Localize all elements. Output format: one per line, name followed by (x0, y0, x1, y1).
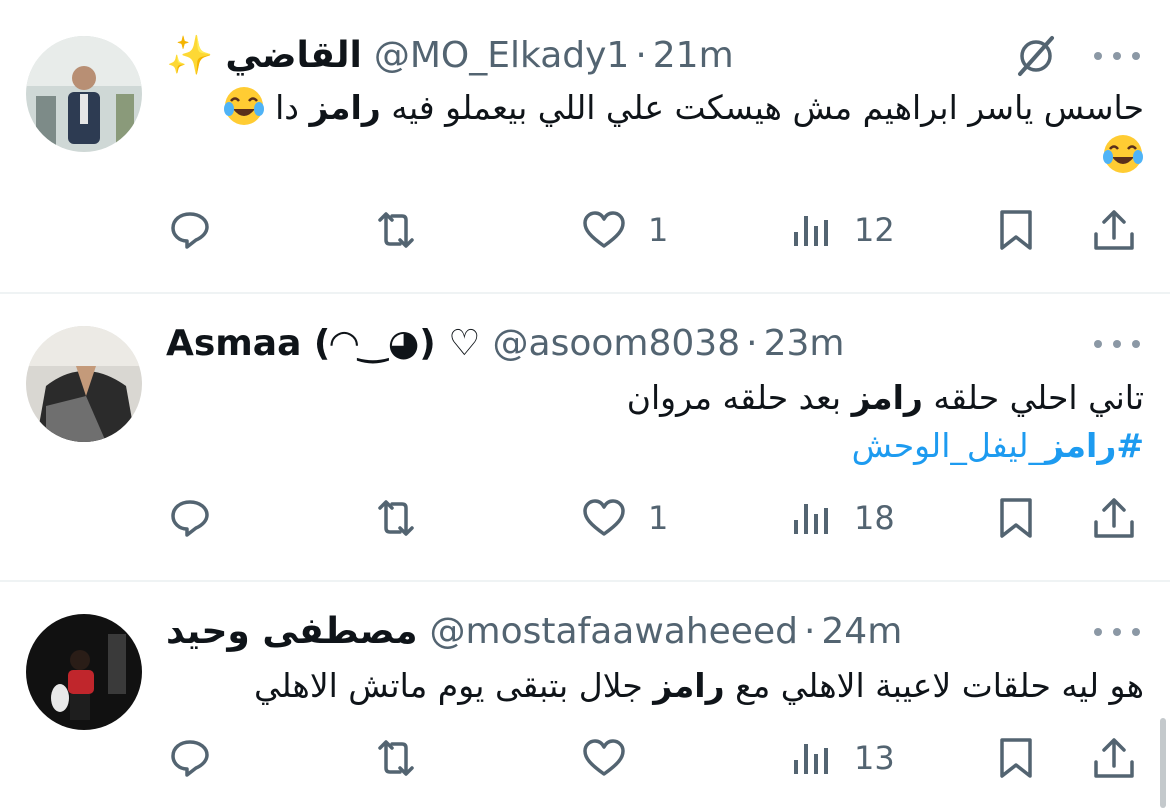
like-button[interactable]: 1 (580, 488, 668, 548)
avatar[interactable] (26, 326, 142, 442)
like-count: 1 (648, 499, 669, 537)
tweet[interactable]: مصطفى وحيد @mostafaawaheeed · 24m هو ليه… (0, 582, 1170, 812)
handle[interactable]: @mostafaawaheeed (430, 611, 798, 652)
reply-button[interactable] (166, 488, 234, 548)
tweet-text-part: دا (275, 88, 310, 127)
share-icon (1094, 498, 1134, 538)
reply-button[interactable] (166, 728, 234, 788)
share-button[interactable] (1090, 728, 1138, 788)
bookmark-button[interactable] (992, 728, 1040, 788)
views-button[interactable]: 13 (786, 728, 895, 788)
retweet-icon (378, 500, 414, 536)
display-name[interactable]: القاضي (225, 35, 362, 76)
avatar[interactable] (26, 36, 142, 152)
tweet-text-bold: رامز (851, 378, 923, 417)
avatar-photo-icon (26, 614, 142, 730)
avatar-photo-icon (26, 326, 142, 442)
grok-icon[interactable] (1012, 32, 1060, 80)
views-icon (794, 744, 828, 774)
share-icon (1094, 738, 1134, 778)
tweet-text: تاني احلي حلقه رامز بعد حلقه مروان #رامز… (166, 374, 1144, 470)
tweet[interactable]: ✨ القاضي @MO_Elkady1 · 21m حاسس ياسر ابر… (0, 0, 1170, 292)
views-button[interactable]: 12 (786, 200, 895, 260)
joy-emoji-icon (1103, 135, 1143, 173)
tweet-header: ✨ القاضي @MO_Elkady1 · 21m (166, 30, 1140, 80)
retweet-icon (378, 740, 414, 776)
heart-icon (583, 211, 625, 248)
display-name[interactable]: Asmaa (◠‿◕) ♡ (166, 323, 481, 364)
bookmark-button[interactable] (992, 200, 1040, 260)
separator: · (635, 34, 647, 76)
tweet-text: هو ليه حلقات لاعيبة الاهلي مع رامز جلال … (166, 662, 1144, 710)
joy-emoji-icon (223, 87, 264, 125)
more-icon[interactable] (1094, 46, 1140, 66)
tweet-text-part: هو ليه حلقات لاعيبة الاهلي مع (724, 666, 1144, 705)
timestamp[interactable]: 24m (821, 611, 902, 652)
hashtag-bold: #رامز (1045, 426, 1144, 465)
views-button[interactable]: 18 (786, 488, 895, 548)
tweet-actions: 13 (0, 728, 1170, 788)
heart-icon (583, 499, 625, 536)
sparkle-emoji: ✨ (166, 32, 214, 77)
tweet-actions: 1 12 (0, 200, 1170, 260)
heart-icon (583, 739, 625, 776)
timestamp[interactable]: 21m (653, 35, 734, 76)
retweet-button[interactable] (372, 728, 440, 788)
separator: · (746, 322, 758, 364)
bookmark-button[interactable] (992, 488, 1040, 548)
like-button[interactable] (580, 728, 648, 788)
tweet-feed: ✨ القاضي @MO_Elkady1 · 21m حاسس ياسر ابر… (0, 0, 1170, 812)
more-icon[interactable] (1094, 334, 1140, 354)
views-count: 13 (854, 739, 895, 777)
scrollbar[interactable] (1160, 718, 1166, 808)
like-button[interactable]: 1 (580, 200, 668, 260)
share-icon (1094, 210, 1134, 250)
bookmark-icon (1000, 210, 1032, 250)
avatar[interactable] (26, 614, 142, 730)
tweet-text-bold: رامز (653, 666, 725, 705)
tweet[interactable]: Asmaa (◠‿◕) ♡ @asoom8038 · 23m تاني احلي… (0, 294, 1170, 580)
tweet-text-part: تاني احلي حلقه (922, 378, 1144, 417)
bookmark-icon (1000, 738, 1032, 778)
tweet-text: حاسس ياسر ابراهيم مش هيسكت علي اللي بيعم… (166, 84, 1144, 180)
tweet-text-part: حاسس ياسر ابراهيم مش هيسكت علي اللي بيعم… (380, 88, 1144, 127)
reply-icon (171, 500, 209, 537)
views-icon (794, 504, 828, 534)
retweet-icon (378, 212, 414, 248)
tweet-text-part: جلال بتبقى يوم ماتش الاهلي (254, 666, 654, 705)
handle[interactable]: @MO_Elkady1 (374, 35, 629, 76)
views-count: 12 (854, 211, 895, 249)
display-name[interactable]: مصطفى وحيد (166, 611, 418, 652)
handle[interactable]: @asoom8038 (493, 323, 741, 364)
reply-icon (171, 212, 209, 249)
tweet-actions: 1 18 (0, 488, 1170, 548)
tweet-header: Asmaa (◠‿◕) ♡ @asoom8038 · 23m (166, 318, 1140, 368)
separator: · (803, 610, 816, 652)
retweet-button[interactable] (372, 200, 440, 260)
views-icon (794, 216, 828, 246)
tweet-header: مصطفى وحيد @mostafaawaheeed · 24m (166, 606, 1140, 656)
avatar-photo-icon (26, 36, 142, 152)
like-count: 1 (648, 211, 669, 249)
hashtag-rest: _ليفل_الوحش (851, 426, 1046, 465)
reply-icon (171, 740, 209, 777)
views-count: 18 (854, 499, 895, 537)
hashtag-link[interactable]: #رامز_ليفل_الوحش (852, 426, 1144, 465)
reply-button[interactable] (166, 200, 234, 260)
share-button[interactable] (1090, 200, 1138, 260)
share-button[interactable] (1090, 488, 1138, 548)
tweet-text-part: بعد حلقه مروان (626, 378, 852, 417)
retweet-button[interactable] (372, 488, 440, 548)
timestamp[interactable]: 23m (764, 323, 845, 364)
tweet-text-bold: رامز (309, 88, 381, 127)
bookmark-icon (1000, 498, 1032, 538)
more-icon[interactable] (1094, 622, 1140, 642)
